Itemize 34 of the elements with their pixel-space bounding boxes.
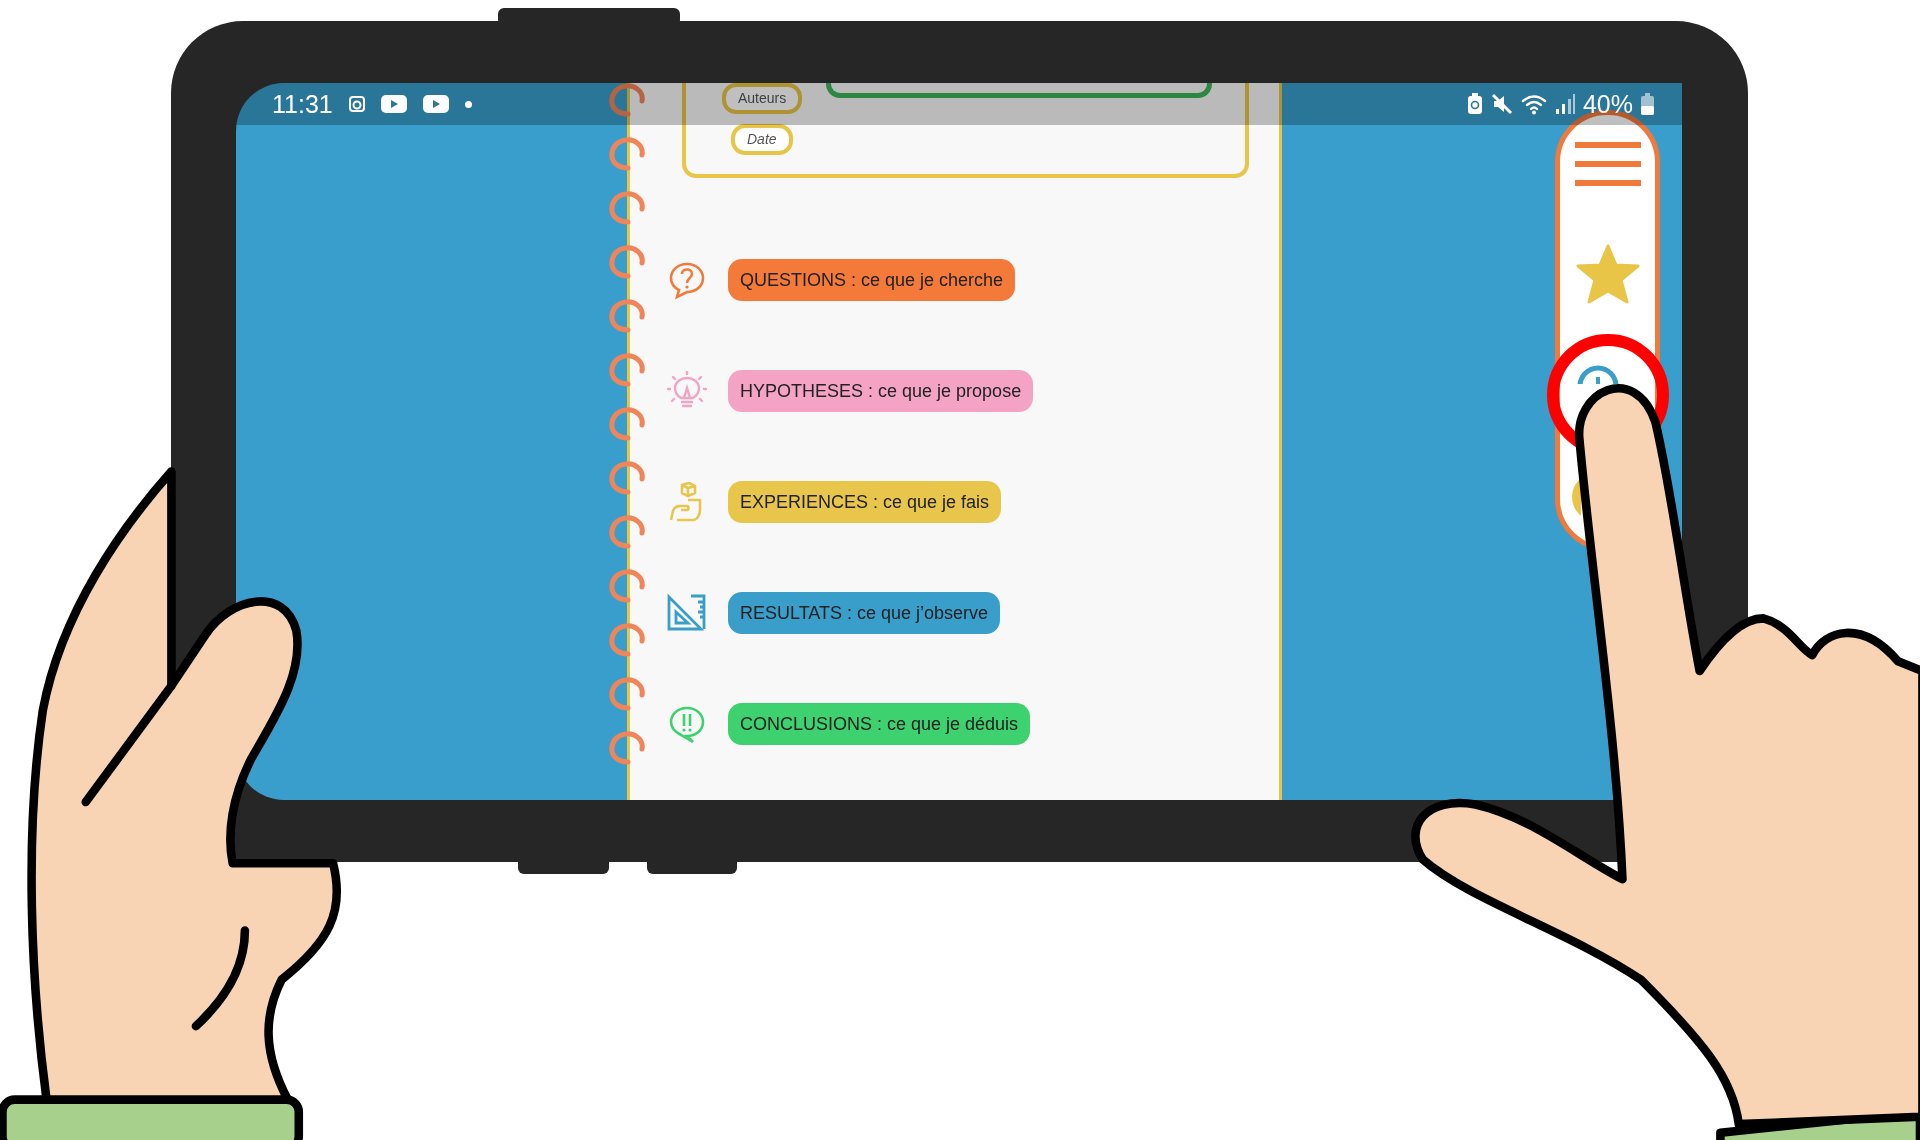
step-label[interactable]: EXPERIENCES : ce que je fais	[728, 481, 1002, 523]
spiral-ring-icon	[608, 731, 648, 767]
exclamation-bubble-icon	[667, 704, 707, 744]
dot-icon	[464, 100, 472, 108]
battery-saver-icon	[1466, 93, 1483, 115]
spiral-ring-icon	[608, 191, 648, 227]
spiral-ring-icon	[608, 299, 648, 335]
play-icon	[380, 95, 407, 113]
spiral-ring-icon	[608, 245, 648, 281]
spiral-ring-icon	[608, 623, 648, 659]
step-label[interactable]: HYPOTHESES : ce que je propose	[728, 370, 1034, 412]
signal-icon	[1554, 94, 1575, 114]
step-label[interactable]: RESULTATS : ce que j’observe	[728, 592, 1001, 634]
field-label: Date	[731, 124, 793, 155]
wifi-icon	[1520, 93, 1547, 115]
menu-icon[interactable]	[1574, 142, 1641, 187]
spiral-ring-icon	[608, 515, 648, 551]
spiral-ring-icon	[608, 677, 648, 713]
status-time: 11:31	[272, 91, 333, 117]
step-label[interactable]: CONCLUSIONS : ce que je déduis	[728, 703, 1031, 745]
play-icon	[422, 95, 449, 113]
step-label[interactable]: QUESTIONS : ce que je cherche	[728, 259, 1016, 301]
mute-icon	[1490, 93, 1513, 115]
spiral-ring-icon	[608, 407, 648, 443]
question-bubble-icon	[667, 260, 707, 300]
spiral-ring-icon	[608, 461, 648, 497]
battery-icon	[1641, 93, 1654, 115]
camera-icon	[348, 96, 365, 112]
spiral-ring-icon	[608, 83, 648, 119]
battery-percentage: 40%	[1582, 91, 1633, 117]
spiral-ring-icon	[608, 353, 648, 389]
field-label: Auteurs	[722, 83, 803, 114]
spiral-ring-icon	[608, 569, 648, 605]
spiral-ring-icon	[608, 137, 648, 173]
